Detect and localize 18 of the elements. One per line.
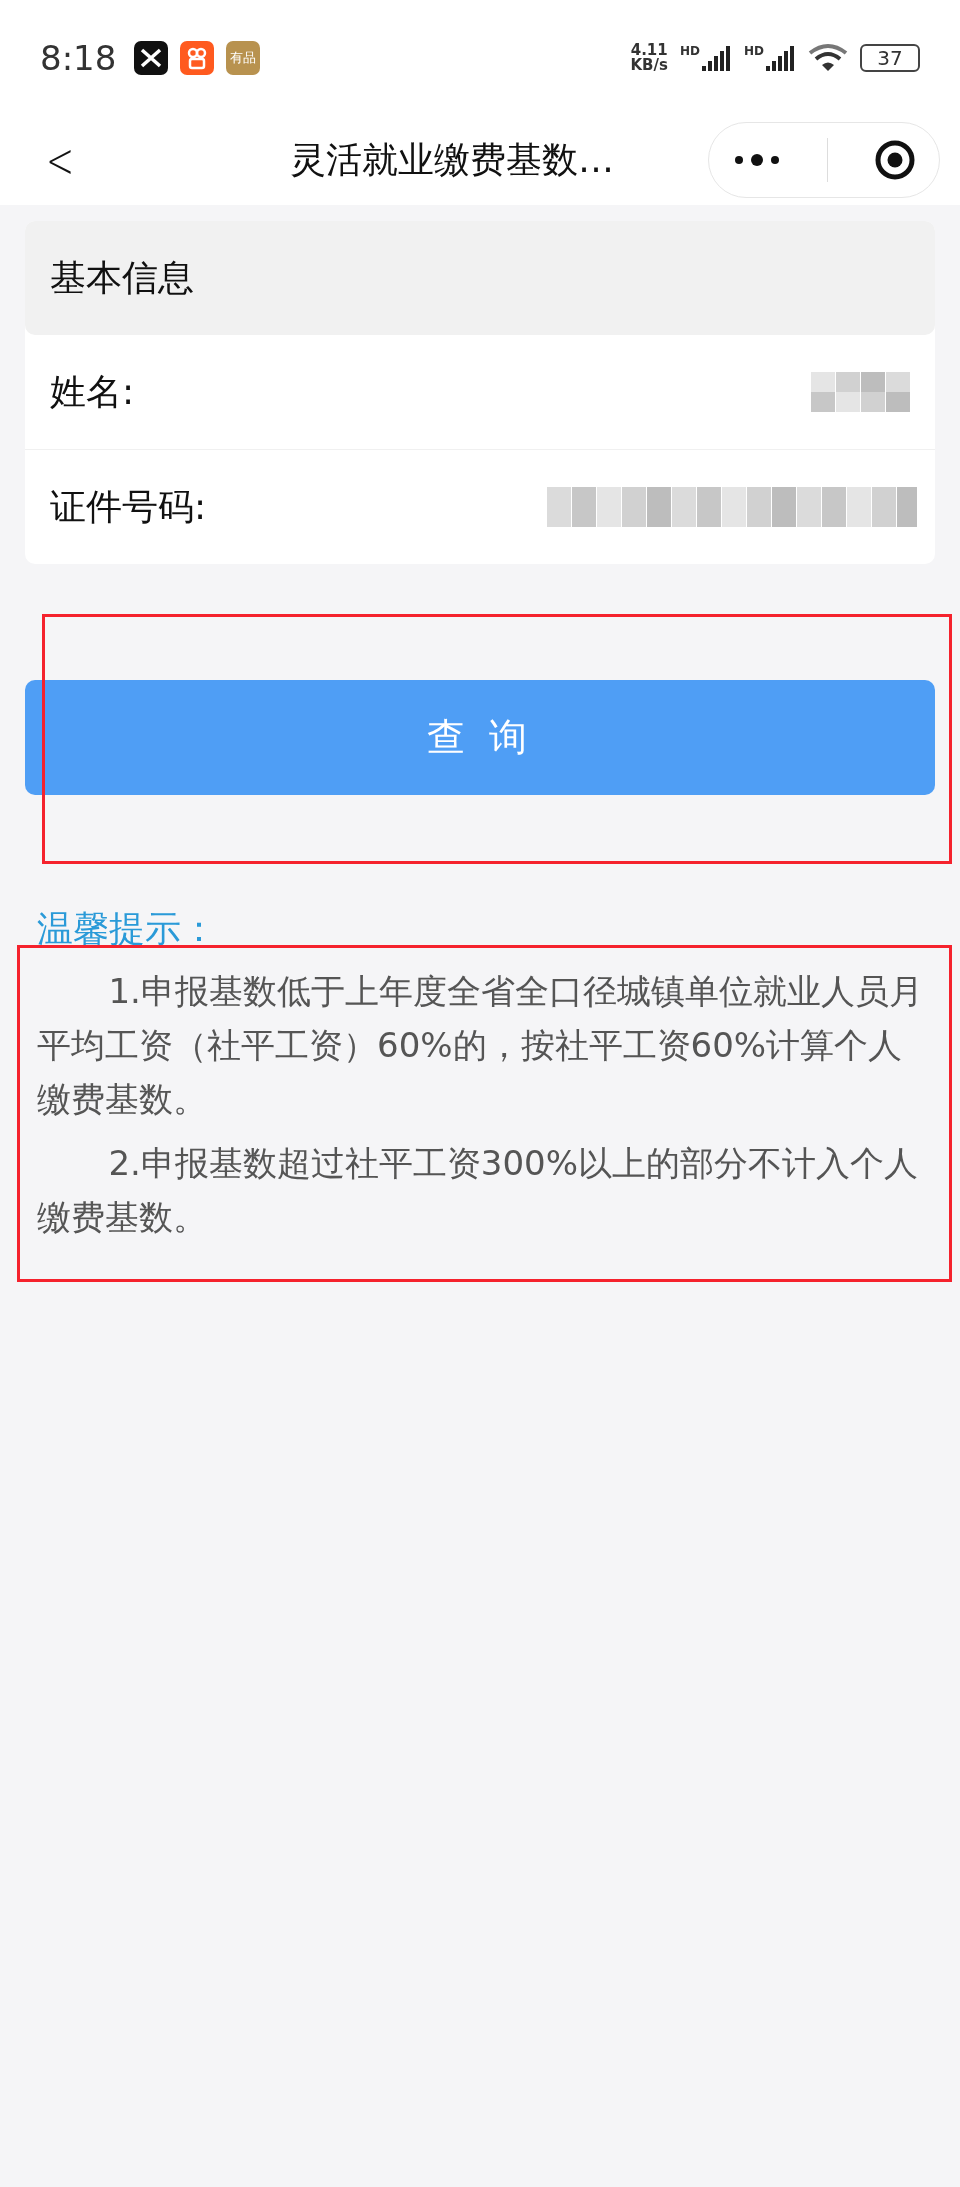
field-label: 证件号码: (50, 484, 207, 529)
tip-paragraph: 2.申报基数超过社平工资300%以上的部分不计入个人缴费基数。 (36, 1142, 920, 1239)
signal-icon (766, 44, 796, 71)
field-label: 姓名: (50, 369, 135, 414)
tips-title: 温馨提示： (36, 907, 218, 951)
close-icon[interactable] (874, 139, 917, 181)
back-button[interactable]: < (39, 132, 82, 188)
signal-label: HD (744, 43, 764, 58)
status-time: 8:18 (40, 37, 117, 78)
signal-label: HD (679, 43, 700, 58)
battery-level: 37 (860, 43, 920, 72)
app-badge: 有品 (226, 40, 261, 75)
wifi-icon (808, 42, 848, 73)
tip-paragraph: 1.申报基数低于上年度全省全口径城镇单位就业人员月平均工资（社平工资）60%的，按社平工资60%计算个人缴费基数。 (36, 970, 924, 1121)
signal-icon (702, 44, 732, 71)
page-title: 灵活就业缴费基数… (290, 137, 614, 182)
card-title: 基本信息 (50, 255, 194, 300)
network-speed: 4.11 KB/s (630, 42, 668, 73)
